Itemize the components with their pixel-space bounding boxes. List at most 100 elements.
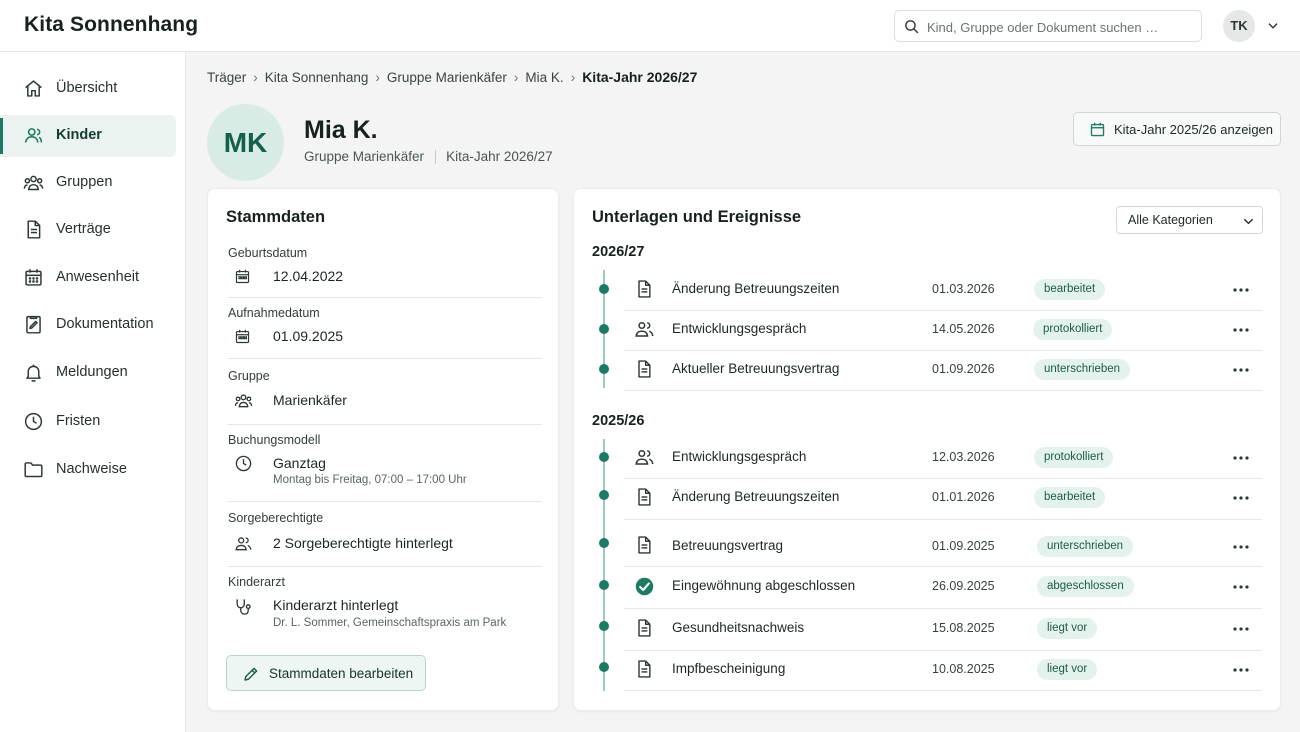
event-row[interactable]: Änderung Betreuungszeiten 01.01.2026 bea…	[592, 478, 1262, 520]
event-date: 01.03.2026	[932, 282, 995, 296]
sidebar-item-fristen[interactable]: Fristen	[0, 401, 176, 443]
more-options-icon[interactable]	[1230, 537, 1252, 557]
timeline-dot	[599, 490, 609, 500]
clock-icon	[23, 411, 44, 432]
more-options-icon[interactable]	[1230, 488, 1252, 508]
field-value: 12.04.2022	[273, 268, 344, 284]
event-row[interactable]: Änderung Betreuungszeiten 01.03.2026 bea…	[592, 270, 1262, 311]
search-box[interactable]	[894, 10, 1202, 42]
divider	[228, 501, 542, 502]
button-label: Kita-Jahr 2025/26 anzeigen	[1114, 122, 1274, 137]
show-previous-year-button[interactable]: Kita-Jahr 2025/26 anzeigen	[1073, 112, 1281, 146]
sidebar-item-label: Kinder	[56, 127, 102, 143]
search-input[interactable]	[927, 17, 1195, 37]
document-icon	[634, 279, 654, 299]
timeline-dot	[599, 364, 609, 374]
event-date: 15.08.2025	[932, 621, 995, 635]
event-row[interactable]: Entwicklungsgespräch 12.03.2026 protokol…	[592, 438, 1262, 479]
field-gruppe: Gruppe Marienkäfer	[228, 369, 542, 425]
event-title[interactable]: Impfbescheinigung	[672, 661, 785, 676]
field-value: 01.09.2025	[273, 328, 344, 344]
child-icon	[23, 125, 44, 146]
sidebar-item-anwesenheit[interactable]: Anwesenheit	[0, 257, 176, 299]
chevron-right-icon: ›	[253, 69, 258, 85]
more-options-icon[interactable]	[1230, 320, 1252, 340]
event-title[interactable]: Änderung Betreuungszeiten	[672, 489, 839, 504]
more-options-icon[interactable]	[1230, 360, 1252, 380]
event-row[interactable]: Aktueller Betreuungsvertrag 01.09.2026 u…	[592, 350, 1262, 391]
event-row[interactable]: Gesundheitsnachweis 15.08.2025 liegt vor	[592, 609, 1262, 651]
events-card: Unterlagen und Ereignisse Alle Kategorie…	[573, 188, 1281, 711]
timeline-dot	[599, 662, 609, 672]
bell-icon	[23, 362, 44, 383]
event-row[interactable]: Eingewöhnung abgeschlossen 26.09.2025 ab…	[592, 567, 1262, 609]
breadcrumb-item[interactable]: Gruppe Marienkäfer	[387, 70, 507, 85]
year-heading: 2025/26	[592, 413, 645, 429]
profile-meta: Gruppe Marienkäfer Kita-Jahr 2026/27	[304, 149, 553, 165]
field-subtext: Dr. L. Sommer, Gemeinschaftspraxis am Pa…	[273, 617, 507, 629]
more-options-icon[interactable]	[1230, 577, 1252, 597]
field-geburtsdatum: Geburtsdatum 12.04.2022	[228, 246, 542, 298]
sidebar-item-nachweise[interactable]: Nachweise	[0, 449, 176, 491]
sidebar-item-label: Anwesenheit	[56, 269, 140, 285]
chevron-right-icon: ›	[570, 69, 576, 85]
breadcrumb-item[interactable]: Kita Sonnenhang	[265, 70, 369, 85]
event-date: 12.03.2026	[932, 450, 995, 464]
calendar-icon	[1089, 121, 1106, 138]
event-date: 10.08.2025	[932, 662, 995, 676]
event-date: 26.09.2025	[932, 579, 995, 593]
document-icon	[634, 487, 654, 507]
more-options-icon[interactable]	[1230, 448, 1252, 468]
field-value: Marienkäfer	[273, 392, 347, 408]
breadcrumb-item[interactable]: Mia K.	[525, 70, 563, 85]
category-select-value: Alle Kategorien	[1128, 213, 1213, 227]
breadcrumb-item[interactable]: Träger	[207, 70, 246, 85]
breadcrumb: Träger › Kita Sonnenhang › Gruppe Marienkäfe…	[207, 69, 697, 85]
event-title[interactable]: Entwicklungsgespräch	[672, 449, 806, 464]
event-title[interactable]: Eingewöhnung abgeschlossen	[672, 578, 855, 593]
event-row[interactable]: Betreuungsvertrag 01.09.2025 unterschrie…	[592, 524, 1262, 567]
divider	[435, 150, 437, 165]
field-sorgeberechtigte: Sorgeberechtigte 2 Sorgeberechtigte hint…	[228, 511, 542, 567]
sidebar-item-dokumentation[interactable]: Dokumentation	[0, 304, 176, 346]
event-date: 01.09.2026	[932, 362, 995, 376]
group-icon	[23, 172, 44, 193]
chevron-right-icon: ›	[513, 69, 519, 85]
sidebar-item-vertraege[interactable]: Verträge	[0, 209, 176, 251]
chevron-down-icon[interactable]	[1266, 19, 1280, 33]
button-label: Stammdaten bearbeiten	[269, 666, 414, 681]
sidebar-item-uebersicht[interactable]: Übersicht	[0, 68, 176, 110]
sidebar-item-gruppen[interactable]: Gruppen	[0, 162, 176, 204]
field-label: Aufnahmedatum	[228, 306, 320, 320]
more-options-icon[interactable]	[1230, 660, 1252, 680]
event-title[interactable]: Änderung Betreuungszeiten	[672, 281, 839, 296]
app-title: Kita Sonnenhang	[24, 13, 199, 36]
event-title[interactable]: Entwicklungsgespräch	[672, 321, 806, 336]
field-label: Buchungsmodell	[228, 433, 321, 447]
event-title[interactable]: Gesundheitsnachweis	[672, 620, 804, 635]
status-badge: liegt vor	[1037, 618, 1098, 639]
event-row[interactable]: Impfbescheinigung 10.08.2025 liegt vor	[592, 650, 1262, 691]
user-avatar[interactable]: TK	[1223, 10, 1255, 42]
sidebar-item-kinder[interactable]: Kinder	[0, 115, 176, 157]
timeline-dot	[599, 621, 609, 631]
field-value: Ganztag	[273, 455, 326, 471]
event-row[interactable]: Entwicklungsgespräch 14.05.2026 protokol…	[592, 310, 1262, 351]
people-icon	[634, 447, 655, 467]
event-title[interactable]: Betreuungsvertrag	[672, 538, 783, 553]
status-badge: unterschrieben	[1034, 359, 1131, 380]
group-icon	[234, 535, 253, 552]
event-title[interactable]: Aktueller Betreuungsvertrag	[672, 361, 839, 376]
more-options-icon[interactable]	[1230, 619, 1252, 639]
chevron-right-icon: ›	[375, 69, 380, 85]
more-options-icon[interactable]	[1230, 280, 1252, 300]
edit-stammdaten-button[interactable]: Stammdaten bearbeiten	[226, 655, 426, 691]
divider	[624, 519, 1262, 520]
event-date: 01.01.2026	[932, 490, 995, 504]
sidebar-item-label: Übersicht	[56, 80, 118, 96]
sidebar-item-meldungen[interactable]: Meldungen	[0, 352, 176, 394]
category-select[interactable]: Alle Kategorien	[1116, 206, 1263, 234]
child-avatar: MK	[207, 104, 284, 181]
profile-year: Kita-Jahr 2026/27	[446, 149, 553, 164]
field-subtext: Montag bis Freitag, 07:00 – 17:00 Uhr	[273, 474, 467, 486]
